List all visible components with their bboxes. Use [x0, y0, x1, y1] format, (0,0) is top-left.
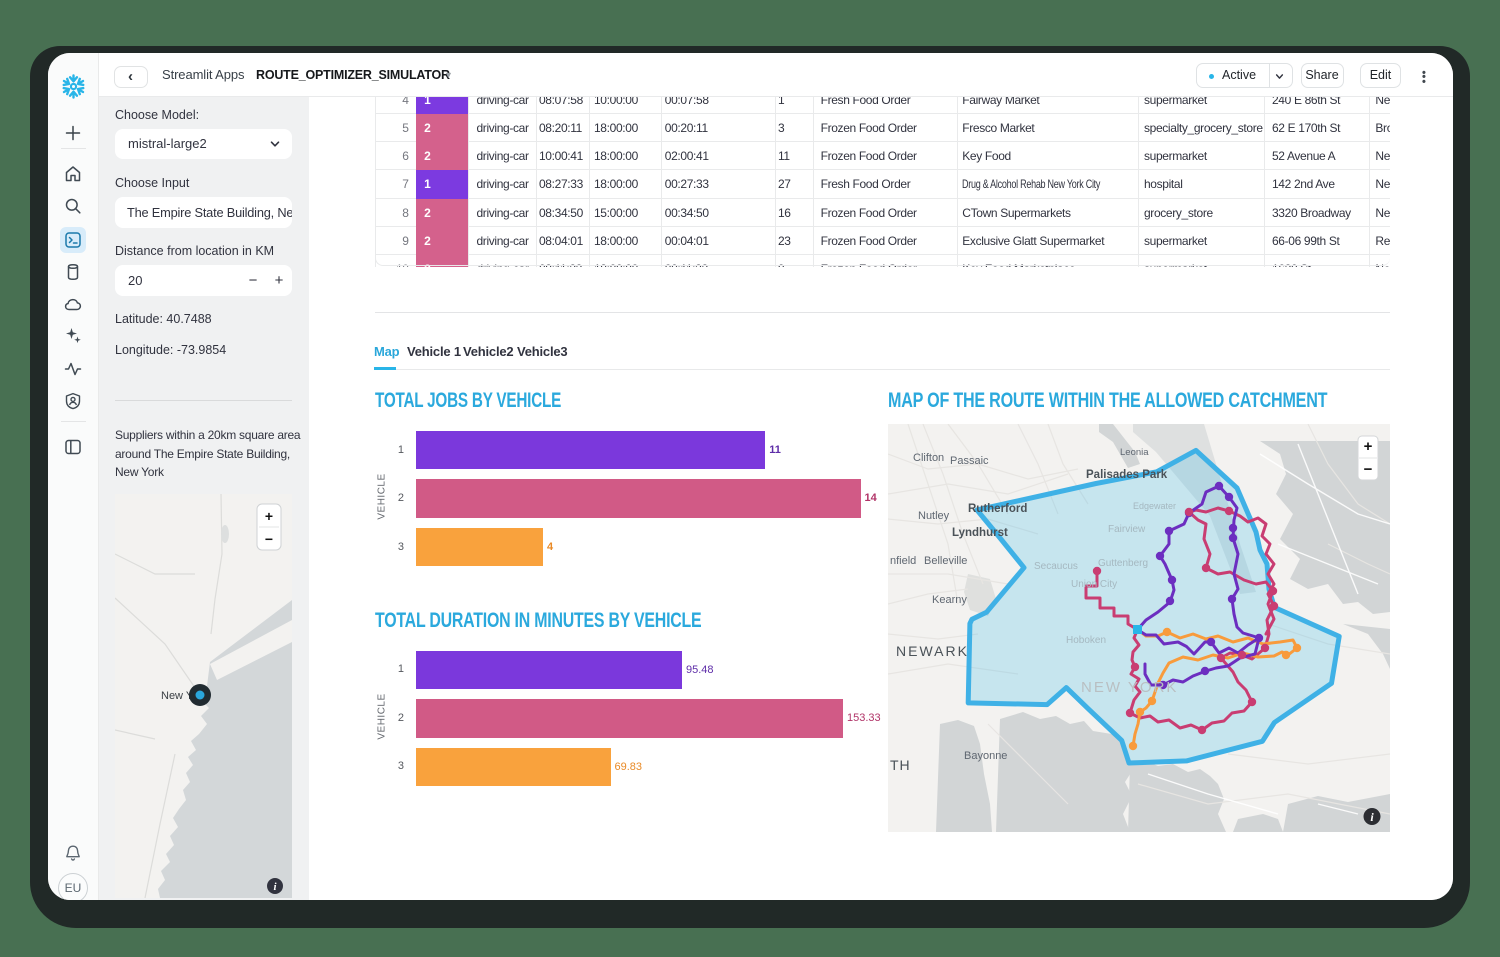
svg-text:Edgewater: Edgewater: [1133, 501, 1176, 511]
svg-text:Nutley: Nutley: [918, 510, 950, 522]
svg-text:TH: TH: [890, 757, 911, 773]
svg-text:Passaic: Passaic: [950, 455, 989, 467]
svg-text:Guttenberg: Guttenberg: [1098, 558, 1148, 569]
svg-text:−: −: [265, 531, 273, 547]
svg-text:Hoboken: Hoboken: [1066, 635, 1106, 646]
svg-text:Rutherford: Rutherford: [968, 503, 1027, 515]
svg-text:+: +: [265, 508, 273, 524]
svg-text:NEWARK: NEWARK: [896, 643, 969, 659]
svg-text:Secaucus: Secaucus: [1034, 561, 1078, 572]
svg-text:Palisades Park: Palisades Park: [1086, 469, 1168, 481]
svg-text:nfield: nfield: [890, 555, 916, 567]
svg-text:Union City: Union City: [1071, 579, 1117, 590]
svg-text:Clifton: Clifton: [913, 452, 944, 464]
svg-text:Lyndhurst: Lyndhurst: [952, 527, 1008, 539]
svg-text:Fairview: Fairview: [1108, 524, 1146, 535]
svg-text:NEW YORK: NEW YORK: [1081, 679, 1178, 696]
svg-text:Belleville: Belleville: [924, 555, 967, 567]
svg-text:Bayonne: Bayonne: [964, 750, 1007, 762]
svg-text:Kearny: Kearny: [932, 594, 967, 606]
svg-text:+: +: [1364, 438, 1373, 455]
svg-text:Leonia: Leonia: [1120, 447, 1149, 458]
svg-text:−: −: [1364, 461, 1373, 478]
